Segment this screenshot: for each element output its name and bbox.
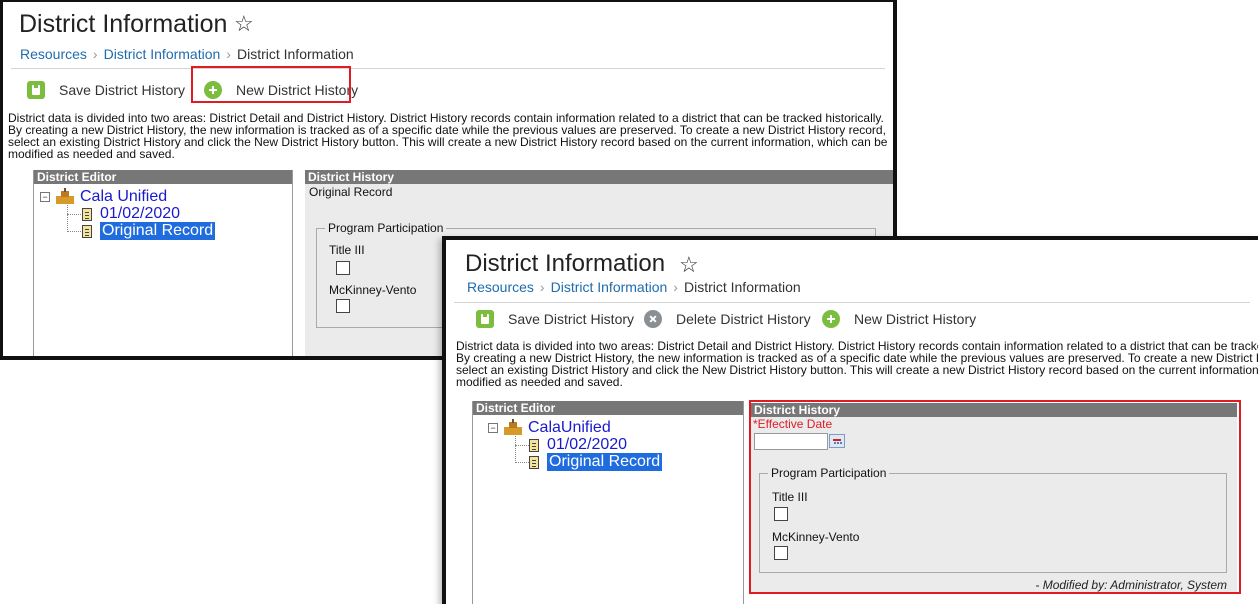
description-text: District data is divided into two areas:… (8, 111, 888, 161)
breadcrumb-resources[interactable]: Resources (467, 279, 534, 295)
collapse-icon[interactable]: − (40, 192, 50, 202)
delete-district-history-button[interactable]: Delete District History (644, 310, 811, 328)
district-building-icon (504, 419, 522, 435)
tree-record-item-selected[interactable]: Original Record (82, 222, 216, 240)
record-document-icon (82, 224, 92, 238)
breadcrumb-separator-icon: › (226, 46, 231, 62)
breadcrumb-current: District Information (683, 279, 801, 295)
district-history-header: District History (305, 170, 893, 184)
page-title: District Information (465, 250, 666, 277)
breadcrumb-current: District Information (236, 46, 354, 62)
title-iii-checkbox[interactable] (336, 261, 350, 275)
breadcrumb: Resources › District Information › District … (467, 279, 801, 295)
delete-label: Delete District History (676, 311, 811, 327)
save-district-history-button[interactable]: Save District History (27, 81, 185, 99)
district-building-icon (56, 188, 74, 204)
new-label: New District History (854, 311, 977, 327)
new-district-history-button[interactable]: New District History (822, 310, 976, 328)
highlight-box (191, 66, 351, 103)
collapse-icon[interactable]: − (488, 423, 498, 433)
tree-district-node[interactable]: − Cala Unified (40, 188, 167, 206)
program-participation-legend: Program Participation (325, 221, 447, 235)
breadcrumb-resources[interactable]: Resources (20, 46, 87, 62)
highlight-box (749, 400, 1241, 594)
record-label[interactable]: Original Record (547, 453, 663, 471)
page-title: District Information (19, 10, 228, 38)
district-editor-panel: District Editor − CalaUnified 01/02/2020… (472, 401, 744, 604)
district-editor-header: District Editor (34, 170, 292, 184)
breadcrumb-separator-icon: › (673, 279, 678, 295)
divider (454, 302, 1250, 303)
record-document-icon (529, 455, 539, 469)
district-editor-header: District Editor (473, 401, 743, 415)
district-name[interactable]: CalaUnified (528, 419, 611, 437)
delete-icon (644, 310, 662, 328)
save-icon (27, 81, 45, 99)
breadcrumb-separator-icon: › (92, 46, 98, 62)
save-label: Save District History (508, 311, 635, 327)
favorite-star-icon[interactable]: ☆ (234, 11, 254, 37)
title-iii-label: Title III (329, 243, 365, 257)
district-editor-panel: District Editor − Cala Unified 01/02/202… (33, 170, 293, 356)
save-icon (476, 310, 494, 328)
description-text: District data is divided into two areas:… (456, 339, 1258, 389)
mckinney-vento-checkbox[interactable] (336, 299, 350, 313)
favorite-star-icon[interactable]: ☆ (679, 252, 699, 278)
record-document-icon (82, 207, 92, 221)
tree-record-item-selected[interactable]: Original Record (529, 453, 663, 471)
tree-district-node[interactable]: − CalaUnified (488, 419, 611, 437)
breadcrumb: Resources › District Information › District … (20, 46, 354, 62)
record-document-icon (529, 438, 539, 452)
front-screenshot-window: District Information ☆ Resources › Distric… (442, 236, 1258, 604)
save-district-history-button[interactable]: Save District History (476, 310, 634, 328)
breadcrumb-separator-icon: › (539, 279, 545, 295)
tree-record-item[interactable]: 01/02/2020 (529, 436, 627, 454)
history-subtitle: Original Record (309, 185, 393, 199)
save-label: Save District History (59, 82, 186, 98)
breadcrumb-district-information[interactable]: District Information (551, 279, 668, 295)
breadcrumb-district-information[interactable]: District Information (104, 46, 221, 62)
plus-icon (822, 310, 840, 328)
divider (11, 68, 885, 69)
district-name[interactable]: Cala Unified (80, 188, 167, 206)
record-label[interactable]: 01/02/2020 (547, 436, 627, 454)
tree-record-item[interactable]: 01/02/2020 (82, 205, 180, 223)
record-label[interactable]: 01/02/2020 (100, 205, 180, 223)
mckinney-vento-label: McKinney-Vento (329, 283, 417, 297)
record-label[interactable]: Original Record (100, 222, 216, 240)
